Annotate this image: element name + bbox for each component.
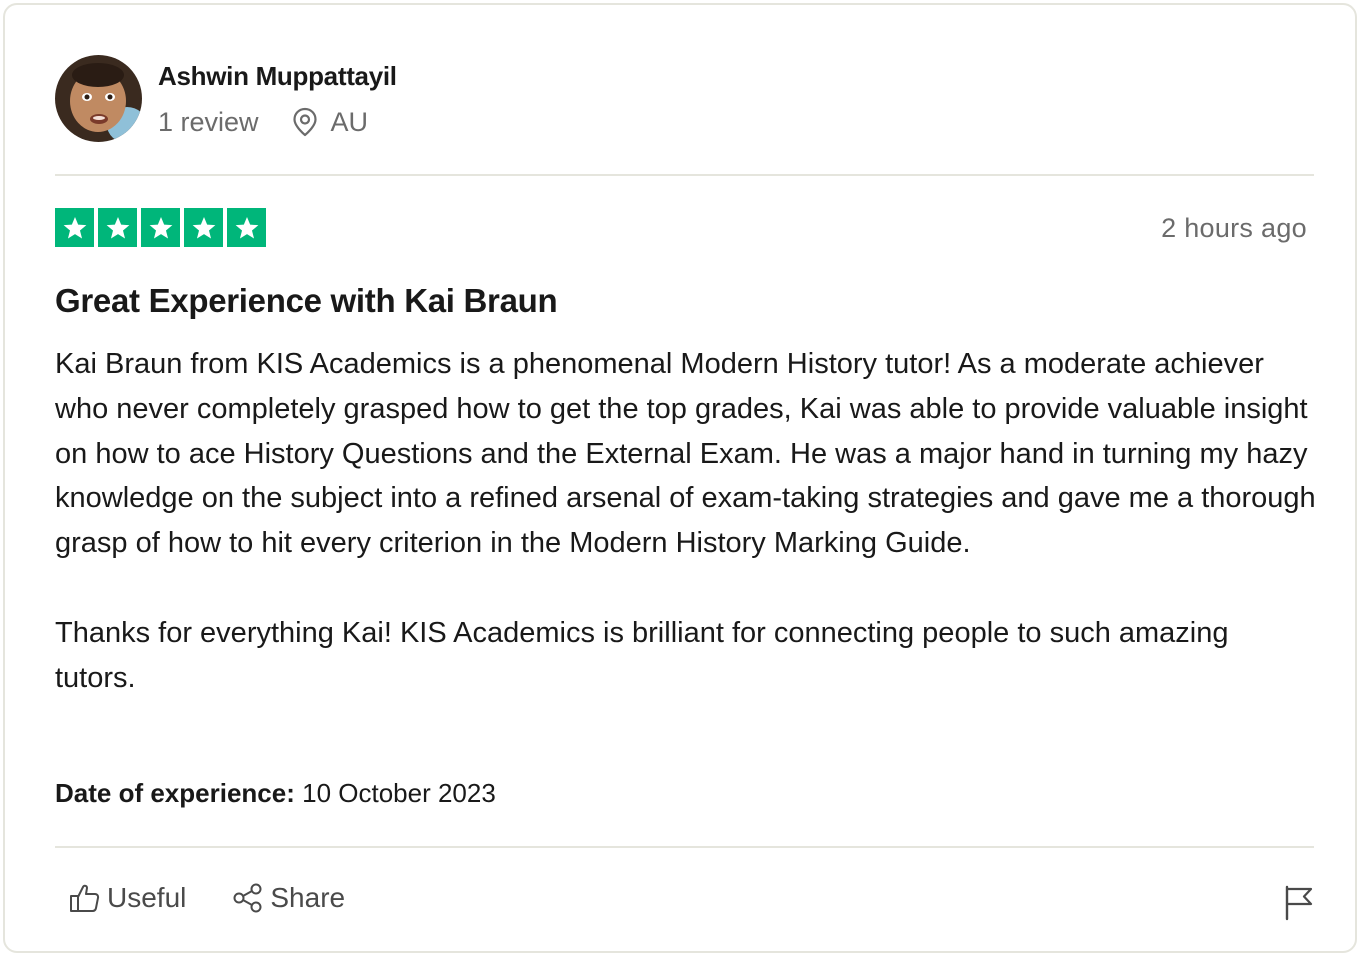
star-icon xyxy=(184,208,223,247)
date-of-experience-value: 10 October 2023 xyxy=(302,778,496,808)
review-card: Ashwin Muppattayil 1 review AU 2 hours a… xyxy=(3,3,1357,953)
useful-label: Useful xyxy=(107,882,187,913)
star-icon xyxy=(227,208,266,247)
flag-icon[interactable] xyxy=(1284,885,1314,921)
review-paragraph: Kai Braun from KIS Academics is a phenom… xyxy=(55,348,1316,560)
date-of-experience: Date of experience: 10 October 2023 xyxy=(55,778,496,809)
useful-button[interactable]: Useful xyxy=(69,882,186,914)
share-button[interactable]: Share xyxy=(232,882,345,914)
author-meta: 1 review AU xyxy=(158,105,368,139)
review-timestamp: 2 hours ago xyxy=(1161,213,1307,243)
author-location: AU xyxy=(291,106,369,138)
star-icon xyxy=(98,208,137,247)
star-icon xyxy=(55,208,94,247)
share-label: Share xyxy=(270,882,346,913)
review-paragraph: Thanks for everything Kai! KIS Academics… xyxy=(55,616,1229,694)
header-divider xyxy=(55,174,1314,176)
country-code: AU xyxy=(330,106,369,137)
avatar-photo xyxy=(55,55,142,142)
author-name[interactable]: Ashwin Muppattayil xyxy=(158,61,397,92)
review-title[interactable]: Great Experience with Kai Braun xyxy=(55,282,558,320)
date-of-experience-label: Date of experience: xyxy=(55,778,295,808)
review-actions: Useful Share xyxy=(69,882,345,914)
share-icon xyxy=(233,883,262,913)
author-avatar[interactable] xyxy=(55,55,142,142)
star-rating xyxy=(55,208,270,247)
star-icon xyxy=(141,208,180,247)
footer-divider xyxy=(55,846,1314,848)
review-body: Kai Braun from KIS Academics is a phenom… xyxy=(55,342,1317,701)
location-pin-icon xyxy=(292,107,317,137)
review-count: 1 review xyxy=(158,106,259,137)
thumbs-up-icon xyxy=(70,884,100,912)
